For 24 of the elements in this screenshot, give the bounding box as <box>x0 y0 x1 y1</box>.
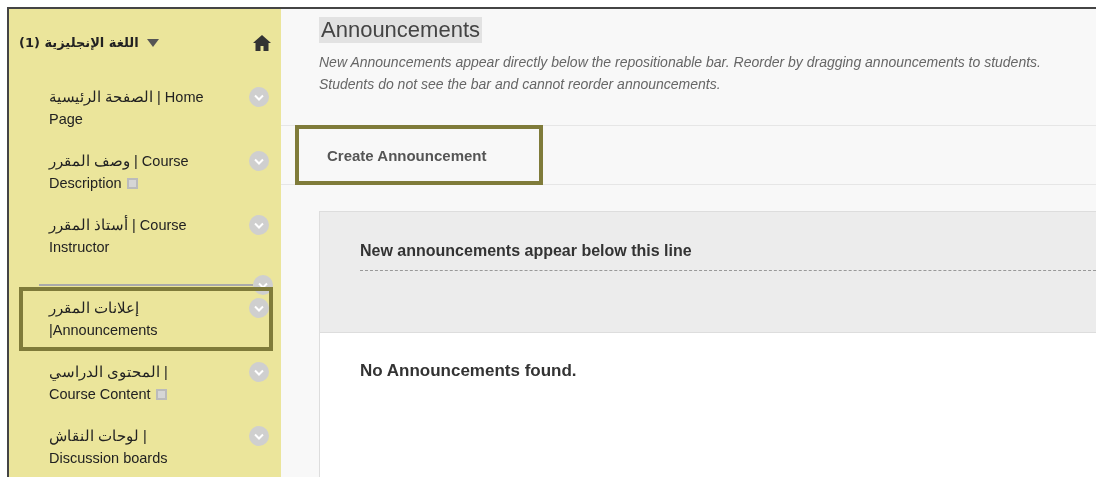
sidebar-item-label: الصفحة الرئيسية | Home Page <box>49 88 205 129</box>
chevron-down-icon[interactable] <box>253 275 273 295</box>
sidebar-item[interactable]: الصفحة الرئيسية | Home Page <box>19 76 273 140</box>
page-description: New Announcements appear directly below the repositionable bar. Reorder by dragging announcements to students. Students do not see the bar and cannot reorder announcements. <box>319 53 1042 94</box>
sidebar-item[interactable]: المحتوى الدراسي | Course Content <box>19 351 273 415</box>
sidebar-item[interactable]: لوحات النقاش | Discussion boards <box>19 415 273 477</box>
sidebar-item-label: وصف المقرر | Course Description <box>49 152 190 193</box>
sidebar-item-label: أستاذ المقرر | Course Instructor <box>49 214 188 257</box>
create-announcement-button[interactable]: Create Announcement <box>295 125 543 185</box>
sidebar-item[interactable]: إعلانات المقرر |Announcements <box>19 287 273 351</box>
home-icon[interactable] <box>253 34 271 51</box>
bar-label: New announcements appear below this line <box>360 242 1096 271</box>
course-title[interactable]: اللغة الإنجليزية (1) <box>19 35 139 50</box>
sidebar-item-label: المحتوى الدراسي | Course Content <box>49 363 169 404</box>
empty-message: No Announcements found. <box>360 361 578 381</box>
repositionable-bar[interactable]: New announcements appear below this line <box>319 211 1096 333</box>
sidebar-item[interactable]: أستاذ المقرر | Course Instructor <box>19 204 273 268</box>
sidebar-item-label: إعلانات المقرر |Announcements <box>49 299 159 340</box>
sidebar-item[interactable]: وصف المقرر | Course Description <box>19 140 273 204</box>
caret-icon[interactable] <box>146 38 159 47</box>
page-icon <box>126 178 138 189</box>
page-icon <box>155 389 167 400</box>
page-title: Announcements <box>319 17 482 43</box>
sidebar-item-label: لوحات النقاش | Discussion boards <box>49 427 169 468</box>
